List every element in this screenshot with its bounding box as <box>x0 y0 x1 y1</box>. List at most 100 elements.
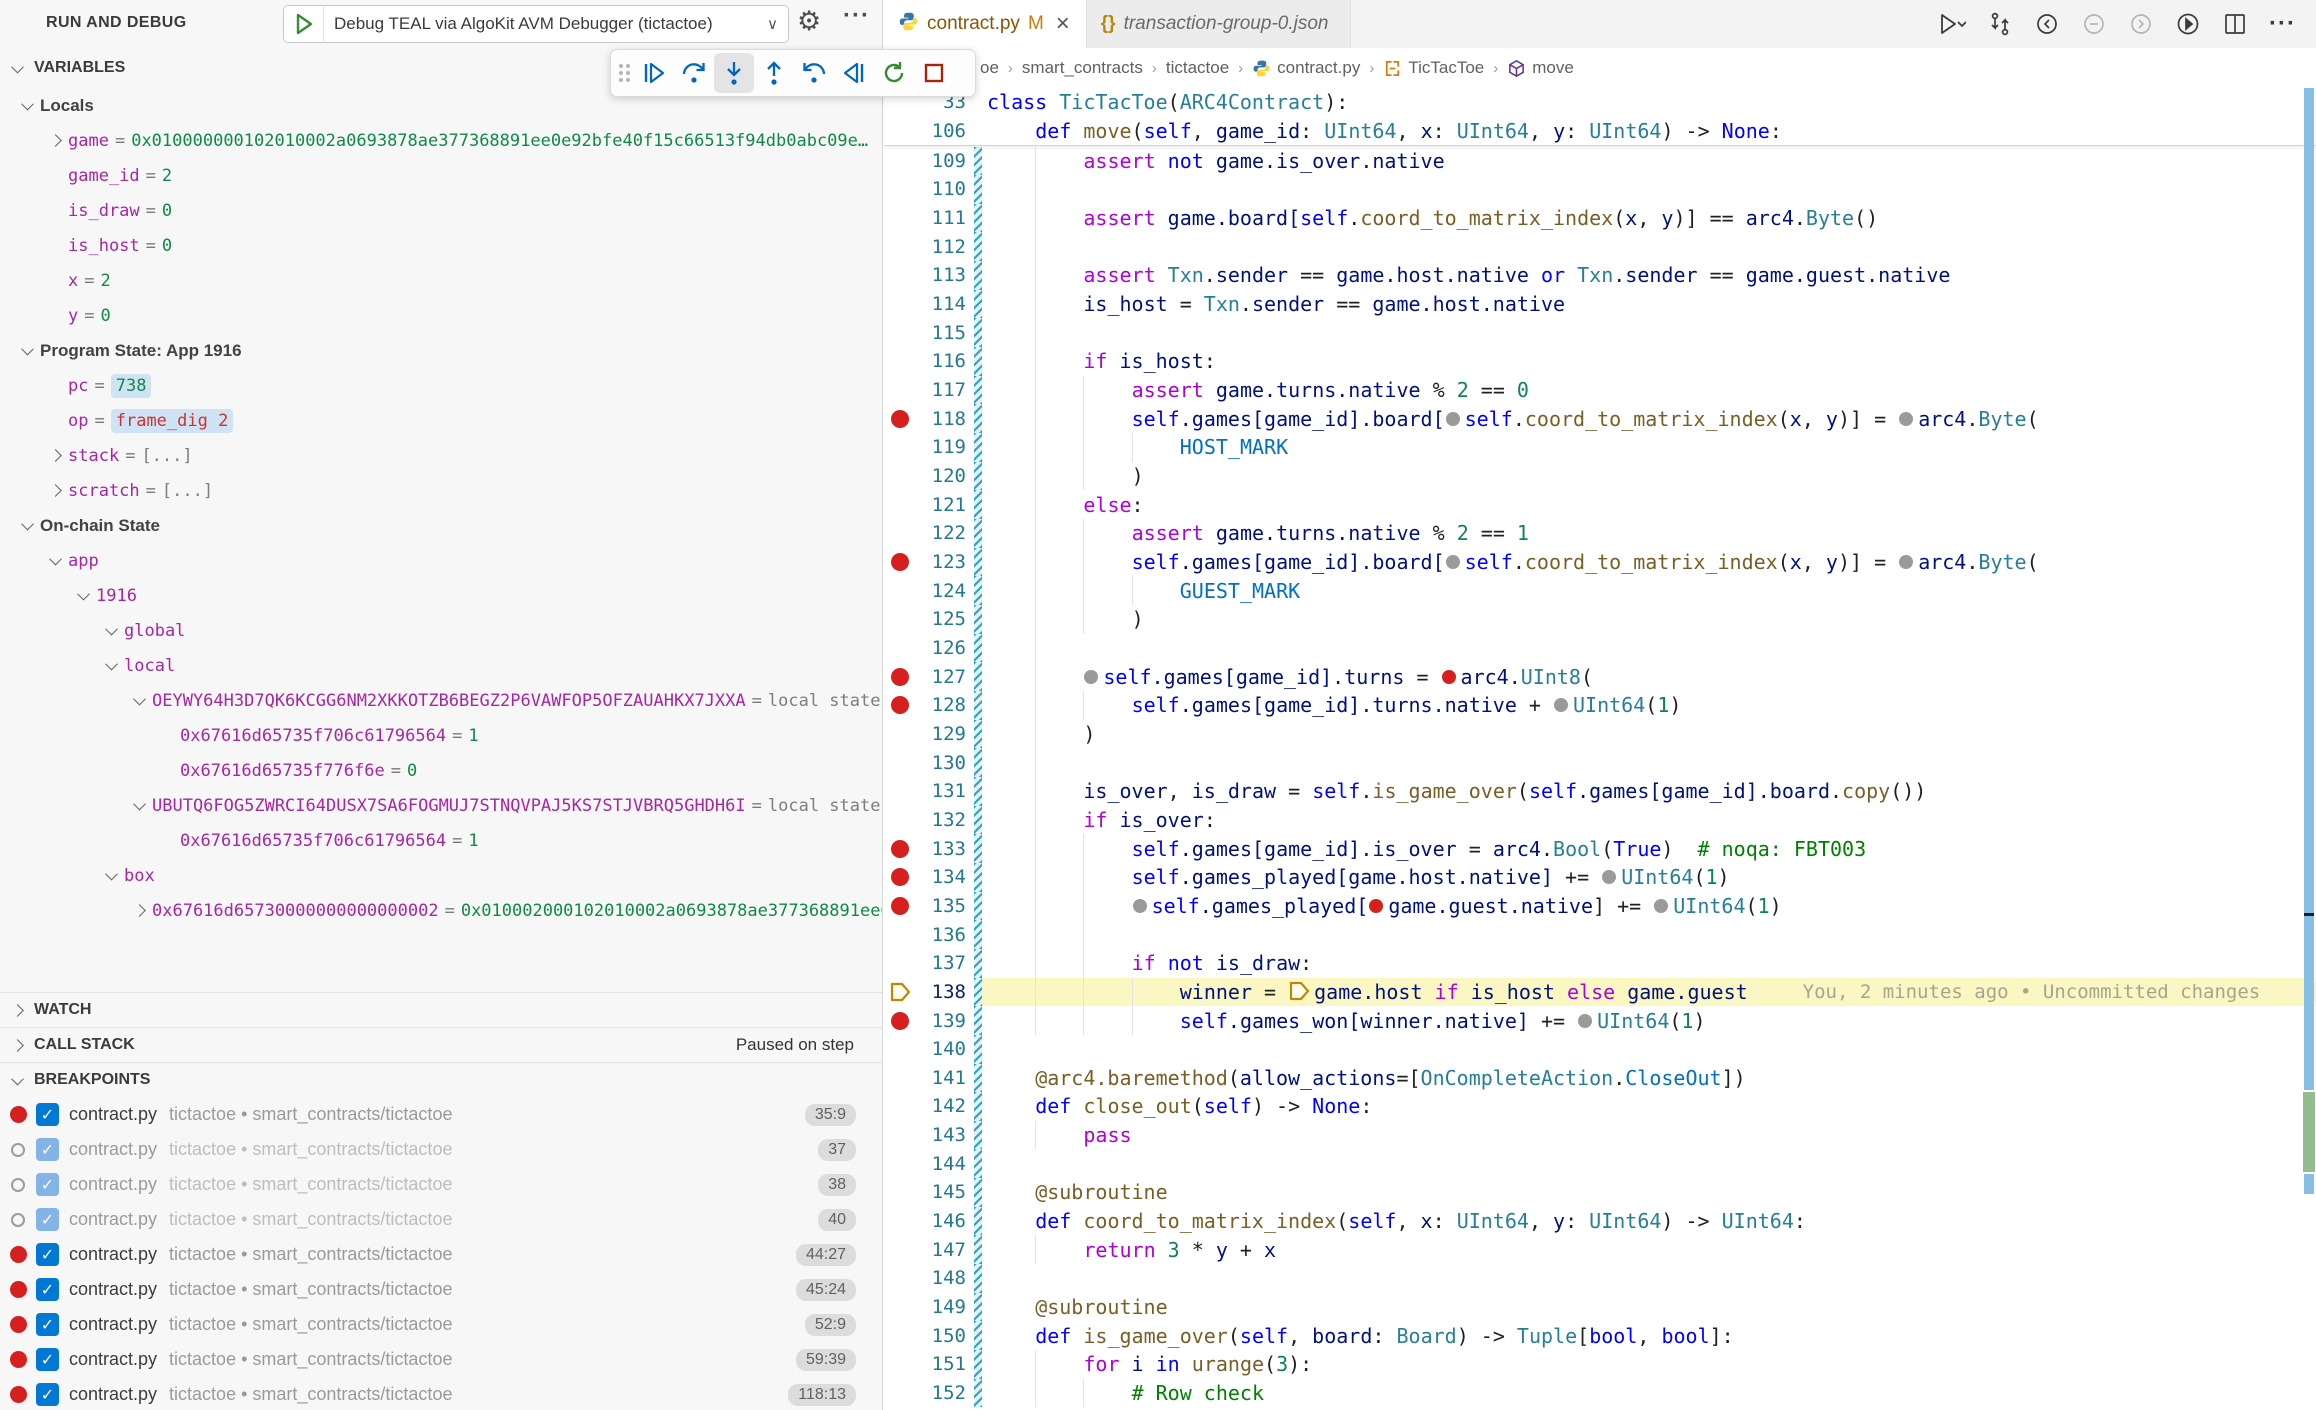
breadcrumb-item-contract-py[interactable]: contract.py <box>1252 58 1360 78</box>
gutter[interactable]: 138 <box>884 978 974 1007</box>
step-out-button[interactable] <box>754 53 794 93</box>
breadcrumb-item-tictactoe[interactable]: tictactoe <box>1166 58 1229 78</box>
gutter[interactable]: 136 <box>884 920 974 949</box>
breakpoint-dot-icon[interactable] <box>891 897 909 915</box>
gear-icon[interactable]: ⚙ <box>797 6 821 37</box>
gutter[interactable]: 118 <box>884 404 974 433</box>
inline-breakpoint-candidate-icon[interactable] <box>1899 412 1913 426</box>
breadcrumb-item-oe[interactable]: oe <box>980 58 999 78</box>
breakpoint-dot-icon[interactable] <box>891 1012 909 1030</box>
open-changes-icon[interactable] <box>1987 11 2013 37</box>
breakpoint-row[interactable]: ✓contract.pytictactoe • smart_contracts/… <box>0 1272 882 1307</box>
code-text[interactable] <box>982 920 2316 949</box>
code-text[interactable] <box>982 1149 2316 1178</box>
breakpoint-row[interactable]: ✓contract.pytictactoe • smart_contracts/… <box>0 1202 882 1237</box>
gutter[interactable]: 131 <box>884 777 974 806</box>
gutter[interactable]: 137 <box>884 949 974 978</box>
gutter[interactable]: 148 <box>884 1264 974 1293</box>
inline-breakpoint-candidate-icon[interactable] <box>1899 555 1913 569</box>
code-text[interactable]: self.games[game_id].turns.native + UInt6… <box>982 691 2316 720</box>
tree-row[interactable]: UBUTQ6FOG5ZWRCI64DUSX7SA6FOGMUJ7STNQVPAJ… <box>0 788 882 823</box>
continue-button[interactable] <box>634 53 674 93</box>
code-text[interactable]: ) <box>982 462 2316 491</box>
code-text[interactable]: is_host = Txn.sender == game.host.native <box>982 290 2316 319</box>
breakpoint-dot-icon[interactable] <box>891 668 909 686</box>
breakpoint-dot-icon[interactable] <box>891 868 909 886</box>
gutter[interactable]: 106 <box>884 117 974 146</box>
breakpoint-checkbox[interactable]: ✓ <box>36 1138 59 1161</box>
tree-row[interactable]: 0x67616d65735f706c61796564=1 <box>0 823 882 858</box>
code-text[interactable]: self.games_played[game.host.native] += U… <box>982 863 2316 892</box>
tree-row[interactable]: 0x67616d65735f706c61796564=1 <box>0 718 882 753</box>
tree-row[interactable]: game=0x010000000102010002a0693878ae37736… <box>0 123 882 158</box>
code-text[interactable]: @arc4.baremethod(allow_actions=[OnComple… <box>982 1064 2316 1093</box>
chevron-down-icon[interactable] <box>14 101 40 110</box>
chevron-down-icon[interactable] <box>42 556 68 565</box>
tab-transaction-group-json[interactable]: {} transaction-group-0.json <box>1087 0 1352 48</box>
breakpoint-checkbox[interactable]: ✓ <box>36 1348 59 1371</box>
code-text[interactable]: if is_over: <box>982 806 2316 835</box>
tree-row[interactable]: Program State: App 1916 <box>0 333 882 368</box>
chevron-right-icon[interactable] <box>126 906 152 915</box>
chevron-down-icon[interactable] <box>98 871 124 880</box>
breakpoint-dot-icon[interactable] <box>891 553 909 571</box>
breakpoint-dot-icon[interactable] <box>891 840 909 858</box>
gutter[interactable]: 144 <box>884 1149 974 1178</box>
start-debug-icon[interactable] <box>284 6 324 42</box>
code-text[interactable]: if not is_draw: <box>982 949 2316 978</box>
breakpoint-checkbox[interactable]: ✓ <box>36 1383 59 1406</box>
chevron-right-icon[interactable] <box>42 486 68 495</box>
tree-row[interactable]: box <box>0 858 882 893</box>
code-text[interactable]: GUEST_MARK <box>982 576 2316 605</box>
tree-row[interactable]: game_id=2 <box>0 158 882 193</box>
gutter[interactable]: 121 <box>884 490 974 519</box>
step-over-button[interactable] <box>674 53 714 93</box>
chevron-down-icon[interactable] <box>70 591 96 600</box>
gutter[interactable]: 126 <box>884 634 974 663</box>
breakpoint-dot-icon[interactable] <box>891 410 909 428</box>
chevron-down-icon[interactable] <box>126 696 152 705</box>
code-text[interactable]: self.games[game_id].turns = arc4.UInt8( <box>982 662 2316 691</box>
breakpoint-row[interactable]: ✓contract.pytictactoe • smart_contracts/… <box>0 1097 882 1132</box>
breakpoint-row[interactable]: ✓contract.pytictactoe • smart_contracts/… <box>0 1167 882 1202</box>
gutter[interactable]: 130 <box>884 748 974 777</box>
gutter[interactable]: 152 <box>884 1379 974 1408</box>
tree-row[interactable]: app <box>0 543 882 578</box>
code-text[interactable]: self.games[game_id].board[self.coord_to_… <box>982 404 2316 433</box>
gutter[interactable]: 146 <box>884 1207 974 1236</box>
code-text[interactable]: class TicTacToe(ARC4Contract): <box>982 88 2316 117</box>
gutter[interactable]: 134 <box>884 863 974 892</box>
chevron-right-icon[interactable] <box>42 451 68 460</box>
gutter[interactable]: 145 <box>884 1178 974 1207</box>
gutter[interactable]: 111 <box>884 204 974 233</box>
gutter[interactable]: 123 <box>884 548 974 577</box>
gutter[interactable]: 133 <box>884 834 974 863</box>
breakpoint-checkbox[interactable]: ✓ <box>36 1243 59 1266</box>
code-text[interactable] <box>982 318 2316 347</box>
breakpoint-checkbox[interactable]: ✓ <box>36 1103 59 1126</box>
debug-config-dropdown[interactable]: Debug TEAL via AlgoKit AVM Debugger (tic… <box>283 5 789 43</box>
tree-row[interactable]: is_host=0 <box>0 228 882 263</box>
gutter[interactable]: 115 <box>884 318 974 347</box>
drag-handle-icon[interactable] <box>619 64 630 82</box>
code-text[interactable]: for i in urange(3): <box>982 1350 2316 1379</box>
inline-breakpoint-candidate-icon[interactable] <box>1446 412 1460 426</box>
inline-breakpoint-candidate-icon[interactable] <box>1554 698 1568 712</box>
nav-previous-icon[interactable] <box>2081 11 2107 37</box>
tree-row[interactable]: x=2 <box>0 263 882 298</box>
gutter[interactable]: 109 <box>884 147 974 176</box>
tree-row[interactable]: op=frame_dig 2 <box>0 403 882 438</box>
breadcrumb-item-move[interactable]: move <box>1507 58 1574 78</box>
code-text[interactable]: self.games_won[winner.native] += UInt64(… <box>982 1006 2316 1035</box>
breakpoint-checkbox[interactable]: ✓ <box>36 1313 59 1336</box>
chevron-down-icon[interactable] <box>126 801 152 810</box>
tree-row[interactable]: 1916 <box>0 578 882 613</box>
code-text[interactable]: ) <box>982 605 2316 634</box>
gutter[interactable]: 128 <box>884 691 974 720</box>
code-text[interactable]: pass <box>982 1121 2316 1150</box>
breakpoint-checkbox[interactable]: ✓ <box>36 1173 59 1196</box>
step-into-button[interactable] <box>714 53 754 93</box>
code-text[interactable]: @subroutine <box>982 1178 2316 1207</box>
overview-ruler[interactable] <box>2302 0 2316 1410</box>
breakpoint-checkbox[interactable]: ✓ <box>36 1208 59 1231</box>
